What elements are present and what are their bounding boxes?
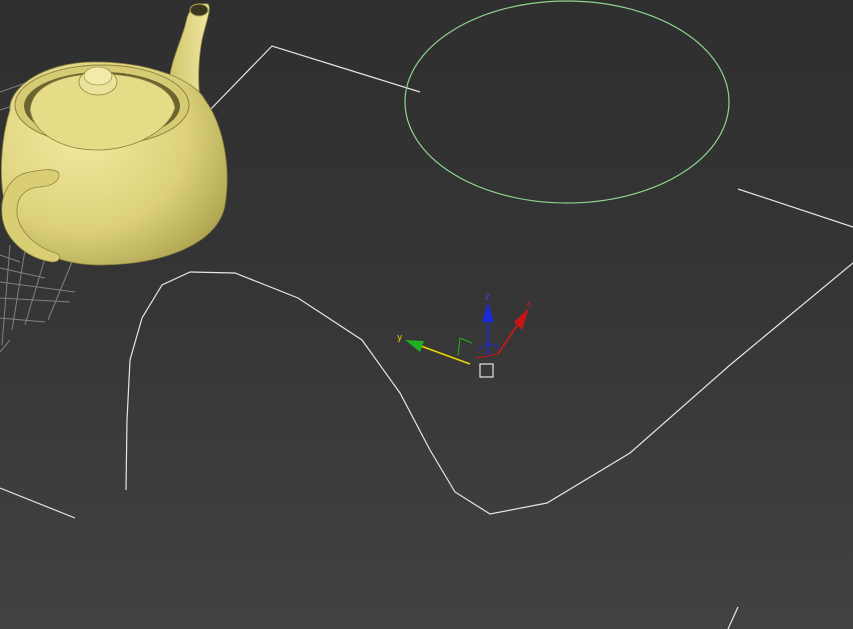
gizmo-z-arrow-icon [482,302,494,322]
gizmo-plane-xz-handle[interactable] [477,342,501,351]
spline-shape-lower-left[interactable] [0,487,76,519]
teapot[interactable] [1,3,228,266]
gizmo-plane-xy-handle[interactable] [475,353,499,359]
perspective-viewport[interactable]: y z x [0,0,853,629]
pivot-square-icon[interactable] [479,363,494,378]
transform-gizmo[interactable]: y z x [397,292,532,365]
gizmo-y-label: y [397,333,403,343]
viewport-canvas[interactable]: y z x [0,0,853,629]
spline-shape-outer[interactable] [207,45,421,113]
circle-shape[interactable] [404,0,730,204]
spline-shape-bottom-right[interactable] [727,606,739,629]
gizmo-plane-yz-handle[interactable] [457,337,473,357]
gizmo-x-label: x [526,299,532,309]
gizmo-z-label: z [485,292,490,302]
gizmo-y-arrow-icon [405,340,424,352]
spline-shape-right[interactable] [737,188,853,228]
